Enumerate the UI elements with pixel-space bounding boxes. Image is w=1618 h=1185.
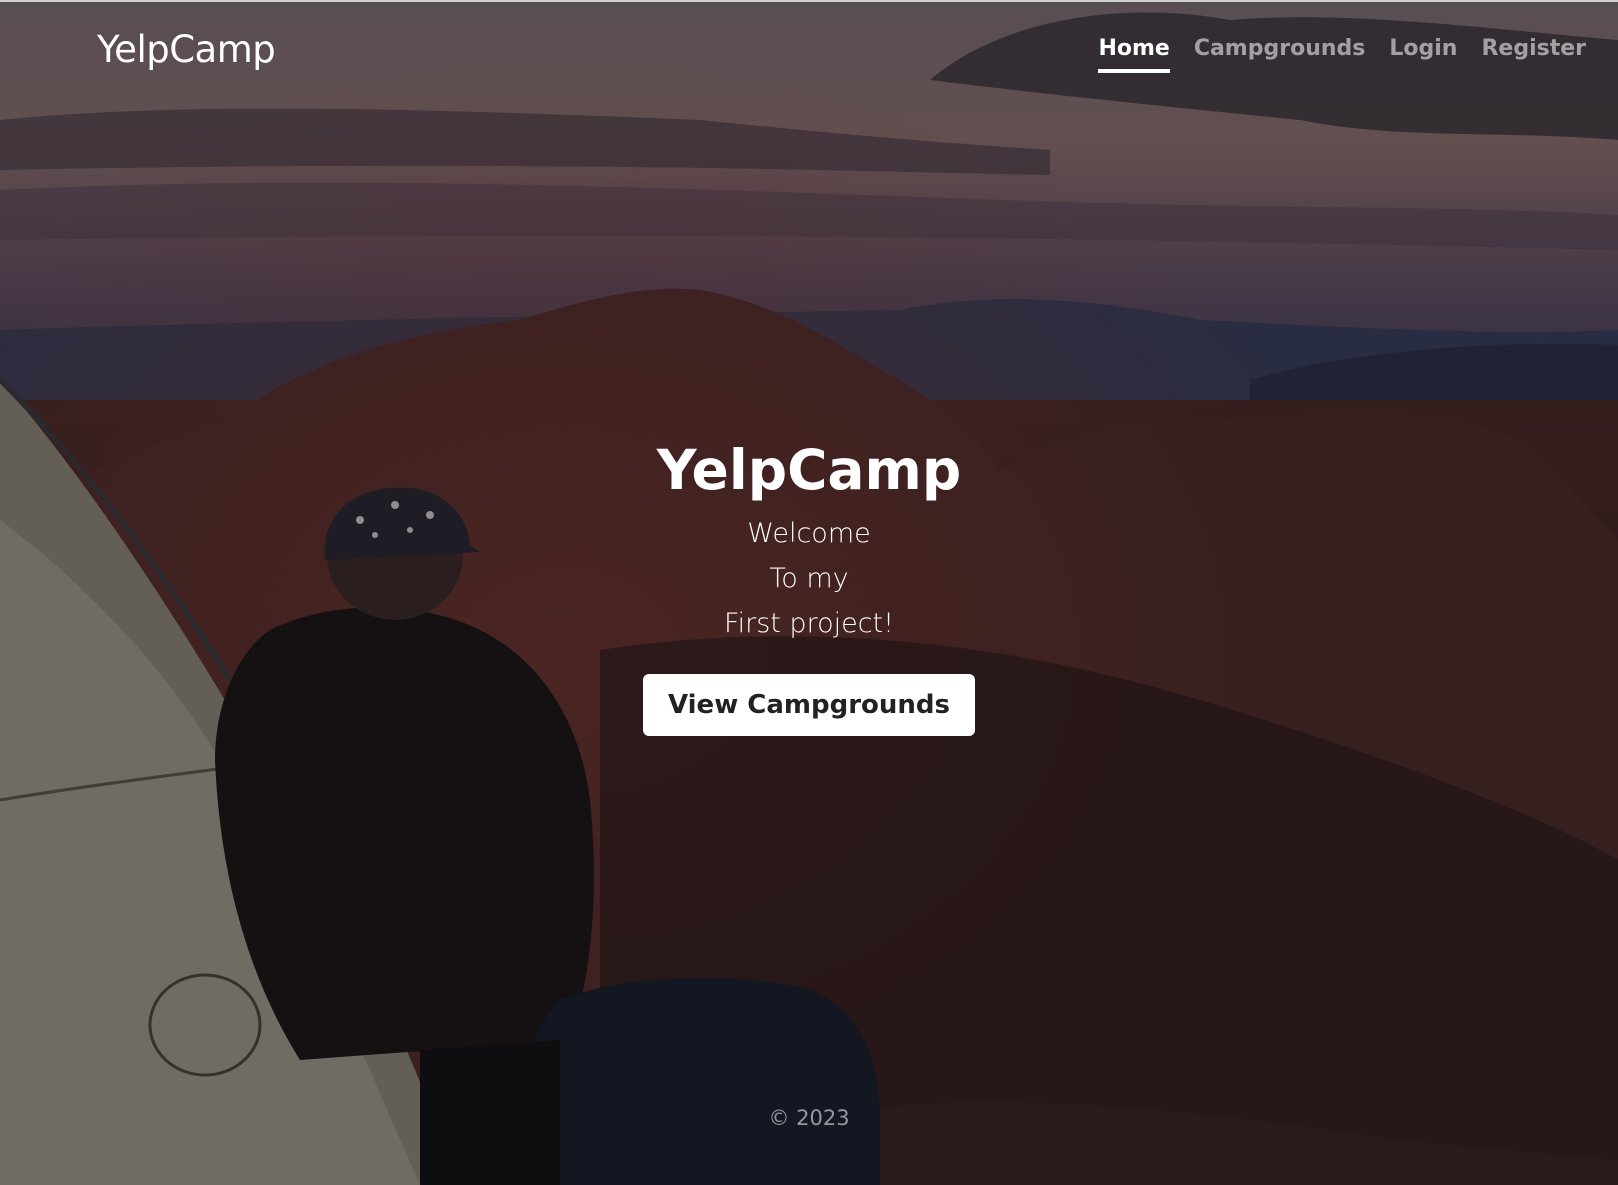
nav-link-login[interactable]: Login	[1389, 36, 1457, 73]
copyright-text: © 2023	[768, 1106, 850, 1130]
hero-line-welcome: Welcome	[747, 517, 871, 549]
nav-link-campgrounds[interactable]: Campgrounds	[1194, 36, 1366, 73]
nav-link-home[interactable]: Home	[1098, 36, 1170, 73]
hero-section: YelpCamp Welcome To my First project! Vi…	[0, 440, 1618, 736]
nav-link-register[interactable]: Register	[1481, 36, 1586, 73]
hero-lines: Welcome To my First project!	[0, 511, 1618, 646]
hero-title: YelpCamp	[656, 438, 962, 502]
brand-logo[interactable]: YelpCamp	[97, 28, 276, 71]
hero-line-to-my: To my	[769, 562, 849, 594]
footer: © 2023	[0, 1106, 1618, 1130]
nav-links: Home Campgrounds Login Register	[1098, 36, 1586, 73]
navbar: YelpCamp Home Campgrounds Login Register	[0, 0, 1618, 100]
hero-line-first-project: First project!	[724, 607, 894, 639]
view-campgrounds-button[interactable]: View Campgrounds	[642, 673, 975, 736]
